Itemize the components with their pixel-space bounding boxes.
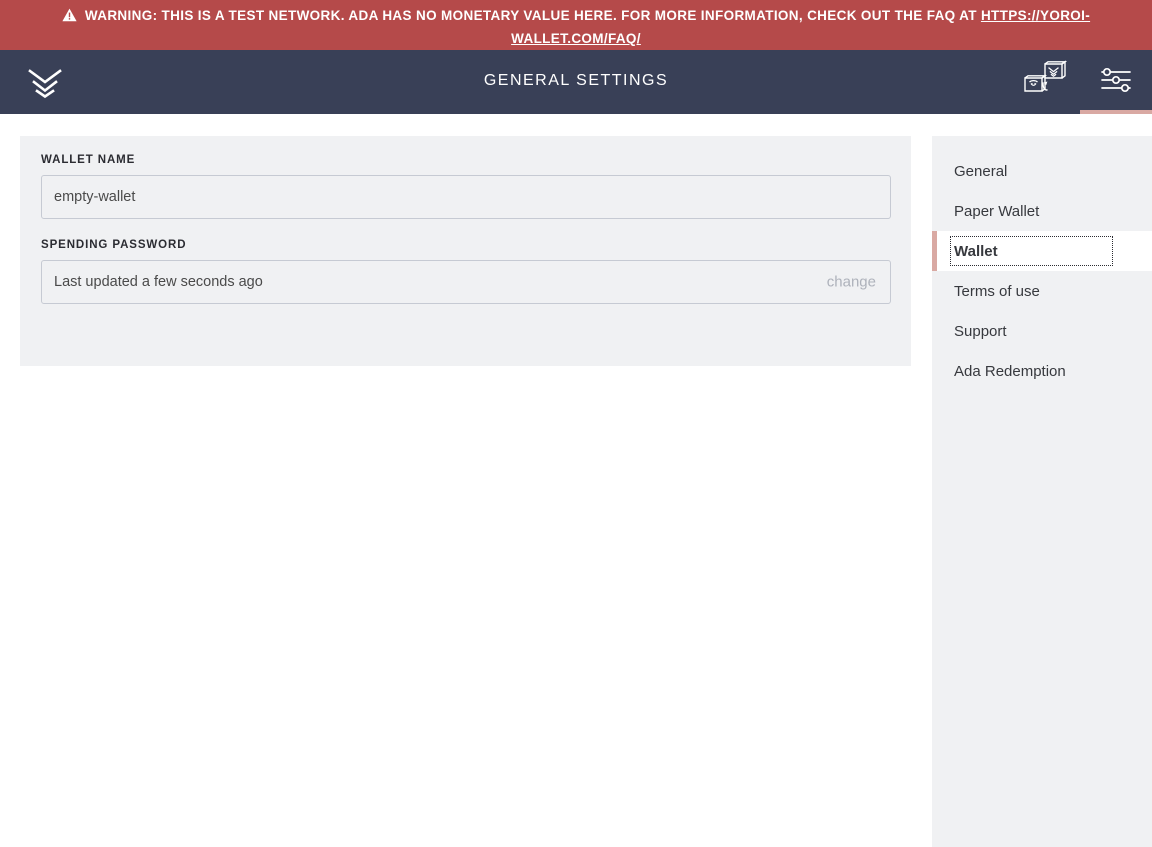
sidebar-item-label: Paper Wallet xyxy=(954,202,1040,220)
sidebar-item-terms-of-use[interactable]: Terms of use xyxy=(932,271,1152,311)
wallet-switch-icon xyxy=(1021,59,1068,105)
sidebar-item-label: Wallet xyxy=(954,242,998,260)
topbar-actions xyxy=(1008,50,1152,114)
sidebar-item-ada-redemption[interactable]: Ada Redemption xyxy=(932,351,1152,391)
warning-banner-message: WARNING: THIS IS A TEST NETWORK. ADA HAS… xyxy=(84,8,981,23)
app-root: WARNING: THIS IS A TEST NETWORK. ADA HAS… xyxy=(0,0,1152,847)
sliders-settings-icon xyxy=(1099,66,1133,99)
settings-button[interactable] xyxy=(1080,50,1152,114)
wallet-name-label: WALLET NAME xyxy=(41,154,136,166)
spending-password-status: Last updated a few seconds ago xyxy=(54,274,263,290)
sidebar-item-paper-wallet[interactable]: Paper Wallet xyxy=(932,191,1152,231)
settings-content-panel: WALLET NAME SPENDING PASSWORD Last updat… xyxy=(20,136,911,366)
spending-password-row[interactable]: Last updated a few seconds ago change xyxy=(41,260,891,304)
top-navigation-bar: GENERAL SETTINGS xyxy=(0,50,1152,114)
page-title: GENERAL SETTINGS xyxy=(483,72,669,89)
sidebar-item-label: General xyxy=(954,162,1008,180)
wallet-name-input[interactable] xyxy=(41,175,891,219)
sidebar-item-label: Terms of use xyxy=(954,282,1040,300)
test-network-warning-banner: WARNING: THIS IS A TEST NETWORK. ADA HAS… xyxy=(0,0,1152,50)
sidebar-item-support[interactable]: Support xyxy=(932,311,1152,351)
warning-banner-text-wrap: WARNING: THIS IS A TEST NETWORK. ADA HAS… xyxy=(14,5,1138,49)
sidebar-item-general[interactable]: General xyxy=(932,151,1152,191)
spending-password-field-group: SPENDING PASSWORD Last updated a few sec… xyxy=(41,239,891,304)
spending-password-label: SPENDING PASSWORD xyxy=(41,239,187,251)
change-password-link[interactable]: change xyxy=(827,274,876,291)
sidebar-item-label: Support xyxy=(954,322,1007,340)
switch-wallet-button[interactable] xyxy=(1008,50,1080,114)
settings-sidebar-menu: General Paper Wallet Wallet Terms of use… xyxy=(932,136,1152,847)
sidebar-item-label: Ada Redemption xyxy=(954,362,1066,380)
warning-triangle-icon xyxy=(62,7,77,28)
wallet-name-field-group: WALLET NAME xyxy=(41,154,891,219)
sidebar-item-wallet[interactable]: Wallet xyxy=(932,231,1152,271)
